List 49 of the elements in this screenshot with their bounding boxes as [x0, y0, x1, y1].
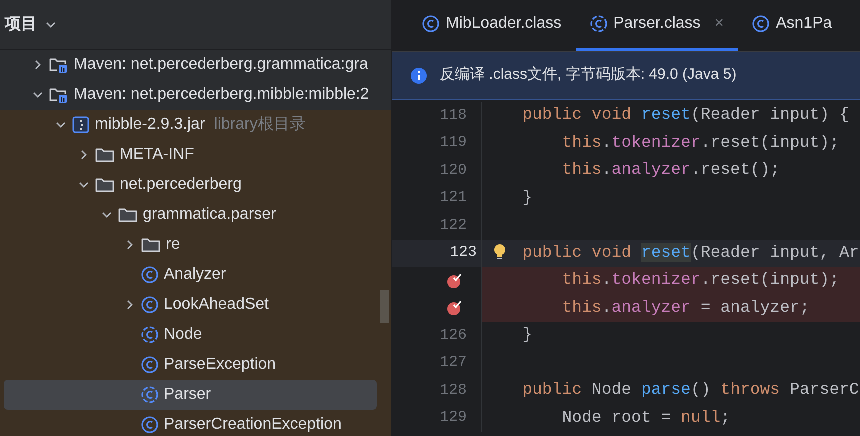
banner-text: 反编译 .class文件, 字节码版本: 49.0 (Java 5) [440, 65, 737, 86]
line-number: 127 [440, 353, 467, 373]
info-icon [410, 66, 428, 84]
scrollbar-thumb[interactable] [380, 290, 389, 323]
editor-tab[interactable]: Asn1Pa [738, 0, 846, 51]
line-number: 122 [440, 216, 467, 236]
panel-title[interactable]: 项目 [5, 12, 37, 36]
class-icon [141, 296, 159, 314]
line-number: 129 [440, 408, 467, 428]
folder-icon [95, 176, 115, 194]
line-number: 118 [440, 106, 467, 126]
code-line: public void reset(Reader input, Ar [522, 242, 860, 264]
folder-icon [95, 146, 115, 164]
editor-tab[interactable]: MibLoader.class [408, 0, 576, 51]
class-icon [141, 416, 159, 434]
class-icon [752, 15, 770, 33]
archive-icon [72, 116, 90, 134]
code-line: this.analyzer = analyzer; [561, 296, 810, 319]
class-icon [422, 15, 440, 33]
code-line: public Node parse() throws ParserC [522, 379, 860, 402]
code-line: Node root = null; [561, 406, 731, 429]
class-icon [141, 356, 159, 374]
code-line: public void reset(Reader input) { [522, 104, 850, 126]
line-number: 121 [440, 188, 467, 208]
class-icon [141, 266, 159, 284]
line-number: 120 [440, 160, 467, 180]
code-line: } [522, 324, 533, 346]
class-icon [590, 15, 608, 33]
library-folder-icon [49, 56, 69, 74]
breakpoint-icon[interactable] [447, 300, 463, 316]
line-number: 126 [440, 326, 467, 346]
breakpoint-icon[interactable] [447, 272, 463, 289]
folder-icon [118, 206, 138, 224]
code-line: this.analyzer.reset(); [561, 159, 780, 182]
tree-item[interactable]: Parser [4, 380, 377, 410]
library-folder-icon [49, 86, 69, 104]
class-icon [141, 326, 159, 344]
hint-text: library根目录 [214, 115, 306, 135]
tree-item[interactable]: Maven: net.percederberg.grammatica:gra [4, 50, 377, 80]
line-number: 119 [440, 133, 467, 153]
lightbulb-icon[interactable] [493, 244, 507, 262]
line-number: 128 [440, 380, 467, 400]
code-line: this.tokenizer.reset(input); [561, 269, 840, 292]
folder-icon [141, 236, 161, 254]
code-line: this.tokenizer.reset(input); [561, 132, 840, 154]
line-number: 123 [450, 243, 477, 263]
code-line: } [522, 186, 533, 209]
tree-item[interactable]: Maven: net.percederberg.mibble:mibble:2 [4, 80, 377, 110]
class-icon [141, 386, 159, 404]
